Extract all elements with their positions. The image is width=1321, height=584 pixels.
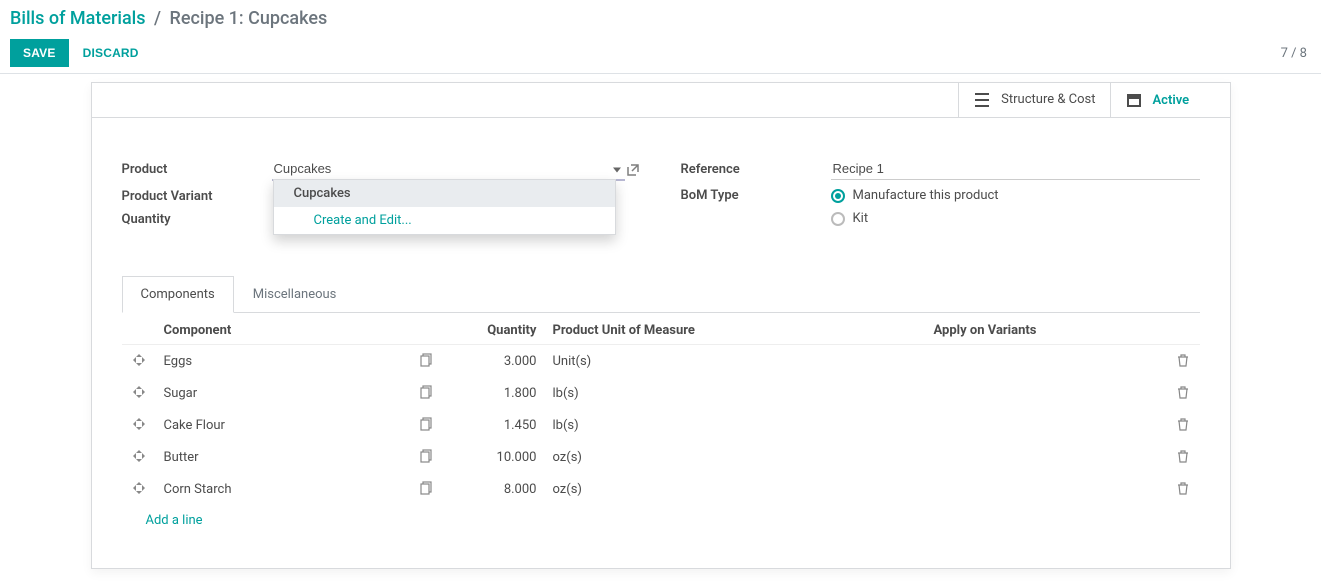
col-quantity: Quantity [444,313,544,345]
bom-type-manufacture-label: Manufacture this product [853,188,999,203]
copy-icon[interactable] [418,351,436,369]
add-line-link[interactable]: Add a line [122,505,1200,536]
dropdown-create-and-edit[interactable]: Create and Edit... [274,207,615,234]
table-row[interactable]: Cake Flour 1.450 lb(s) [122,409,1200,441]
tab-components[interactable]: Components [122,276,234,313]
component-qty[interactable]: 3.000 [444,345,544,378]
trash-icon[interactable] [1174,415,1192,433]
dropdown-option-cupcakes[interactable]: Cupcakes [274,180,615,207]
component-qty[interactable]: 1.800 [444,377,544,409]
active-label: Active [1153,93,1190,108]
reference-label: Reference [681,162,831,177]
component-uom[interactable]: Unit(s) [544,345,804,378]
component-name[interactable]: Corn Starch [156,473,411,505]
variant-label: Product Variant [122,189,272,204]
col-variants: Apply on Variants [804,313,1165,345]
component-qty[interactable]: 8.000 [444,473,544,505]
breadcrumb: Bills of Materials / Recipe 1: Cupcakes [10,8,1311,33]
external-link-icon[interactable] [625,162,641,178]
table-row[interactable]: Sugar 1.800 lb(s) [122,377,1200,409]
radio-unselected-icon [831,212,845,226]
trash-icon[interactable] [1174,351,1192,369]
pager[interactable]: 7 / 8 [1281,46,1311,61]
radio-selected-icon [831,189,845,203]
component-uom[interactable]: lb(s) [544,377,804,409]
save-button[interactable]: SAVE [10,39,69,67]
product-input[interactable] [272,158,625,181]
trash-icon[interactable] [1174,479,1192,497]
copy-icon[interactable] [418,447,436,465]
list-icon [973,91,991,109]
components-table: Component Quantity Product Unit of Measu… [122,313,1200,505]
breadcrumb-current: Recipe 1: Cupcakes [170,8,328,29]
breadcrumb-root[interactable]: Bills of Materials [10,8,146,29]
drag-handle-icon[interactable] [130,447,148,465]
tab-miscellaneous[interactable]: Miscellaneous [234,276,356,313]
component-uom[interactable]: oz(s) [544,473,804,505]
reference-input[interactable] [831,158,1200,180]
structure-cost-label: Structure & Cost [1001,92,1095,108]
bom-type-manufacture[interactable]: Manufacture this product [831,188,999,203]
drag-handle-icon[interactable] [130,479,148,497]
table-row[interactable]: Corn Starch 8.000 oz(s) [122,473,1200,505]
quantity-label: Quantity [122,212,272,227]
breadcrumb-sep: / [150,8,165,29]
form-sheet: Structure & Cost Active Product [91,82,1231,569]
active-toggle[interactable]: Active [1110,83,1230,117]
component-qty[interactable]: 10.000 [444,441,544,473]
component-uom[interactable]: oz(s) [544,441,804,473]
product-dropdown[interactable]: Cupcakes Create and Edit... [273,179,616,235]
component-name[interactable]: Cake Flour [156,409,411,441]
component-name[interactable]: Sugar [156,377,411,409]
component-qty[interactable]: 1.450 [444,409,544,441]
drag-handle-icon[interactable] [130,351,148,369]
component-name[interactable]: Eggs [156,345,411,378]
trash-icon[interactable] [1174,383,1192,401]
table-row[interactable]: Butter 10.000 oz(s) [122,441,1200,473]
product-label: Product [122,162,272,177]
bom-type-kit-label: Kit [853,211,869,226]
drag-handle-icon[interactable] [130,415,148,433]
copy-icon[interactable] [418,383,436,401]
trash-icon[interactable] [1174,447,1192,465]
drag-handle-icon[interactable] [130,383,148,401]
col-component: Component [156,313,411,345]
copy-icon[interactable] [418,479,436,497]
copy-icon[interactable] [418,415,436,433]
component-name[interactable]: Butter [156,441,411,473]
discard-button[interactable]: DISCARD [83,46,139,60]
bom-type-kit[interactable]: Kit [831,211,999,226]
col-uom: Product Unit of Measure [544,313,804,345]
bom-type-label: BoM Type [681,188,831,203]
table-row[interactable]: Eggs 3.000 Unit(s) [122,345,1200,378]
archive-icon [1125,91,1143,109]
structure-cost-button[interactable]: Structure & Cost [958,83,1109,117]
component-uom[interactable]: lb(s) [544,409,804,441]
